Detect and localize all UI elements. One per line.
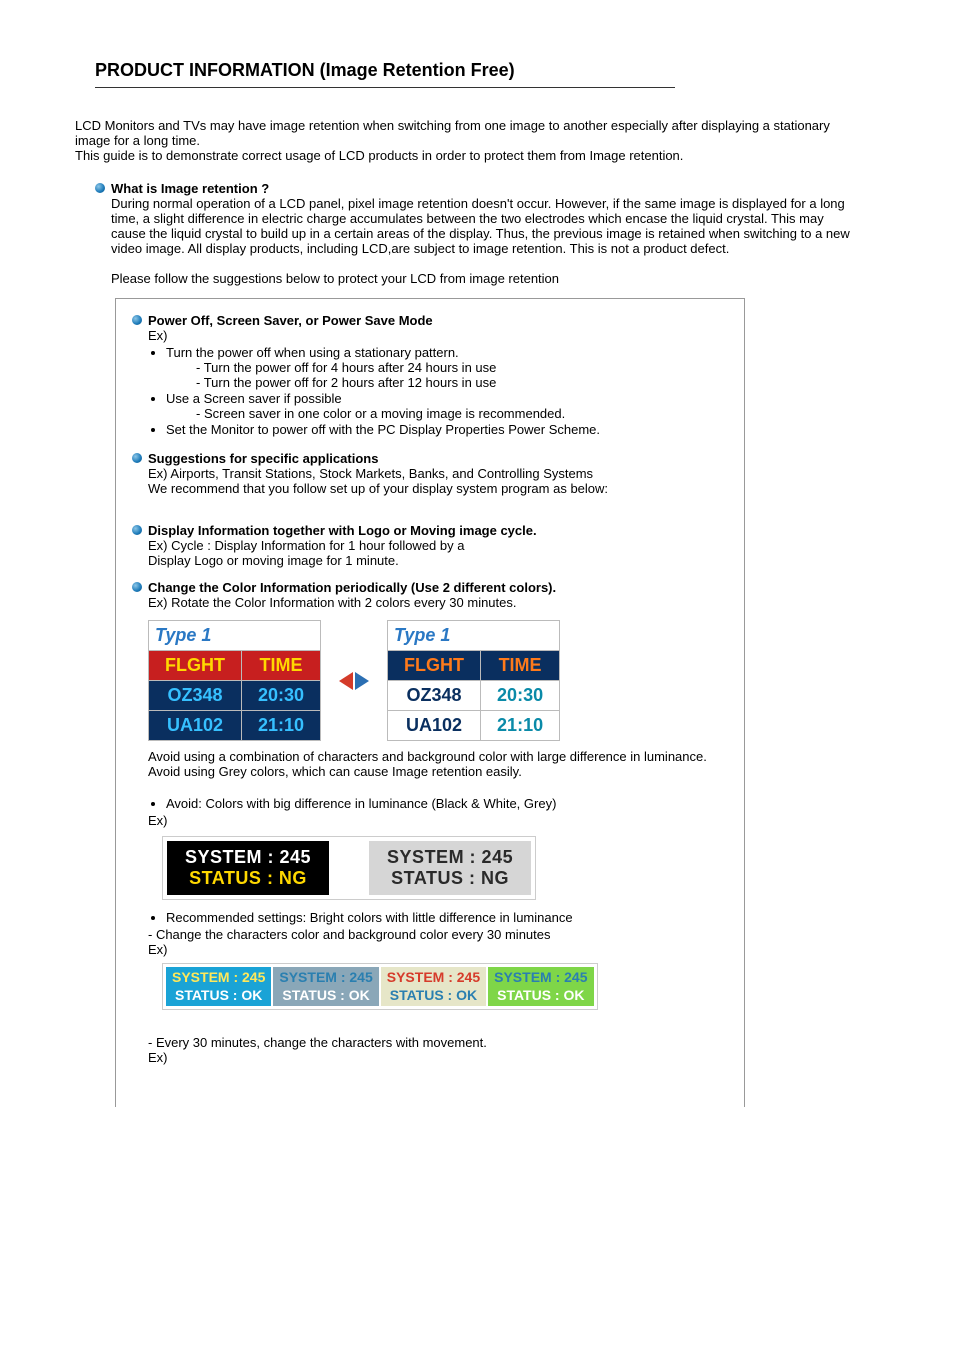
cell: 20:30 xyxy=(481,681,560,711)
text: Turn the power off when using a stationa… xyxy=(166,345,459,360)
flight-tables-row: Type 1 FLGHT TIME OZ348 20:30 UA102 21:1… xyxy=(148,620,728,741)
ok-box: SYSTEM : 245STATUS : OK xyxy=(273,967,378,1006)
section-display-info: Display Information together with Logo o… xyxy=(132,523,728,568)
cell: 21:10 xyxy=(481,711,560,741)
text: Avoid using Grey colors, which can cause… xyxy=(148,764,728,779)
ex-label: Ex) xyxy=(148,328,728,343)
ok-line1: SYSTEM : 245 xyxy=(279,969,372,987)
text: Ex) Cycle : Display Information for 1 ho… xyxy=(148,538,728,553)
ok-box: SYSTEM : 245STATUS : OK xyxy=(166,967,271,1006)
ok-box: SYSTEM : 245STATUS : OK xyxy=(381,967,486,1006)
cell: UA102 xyxy=(388,711,481,741)
flight-table-right: Type 1 FLGHT TIME OZ348 20:30 UA102 21:1… xyxy=(387,620,560,741)
bullet-icon xyxy=(95,183,105,193)
list-item: Set the Monitor to power off with the PC… xyxy=(166,422,728,437)
section-change-color: Change the Color Information periodicall… xyxy=(132,580,728,1065)
cell: 21:10 xyxy=(242,711,321,741)
what-is-follow: Please follow the suggestions below to p… xyxy=(111,271,859,286)
cell: UA102 xyxy=(149,711,242,741)
bullet-icon xyxy=(132,525,142,535)
col-header: TIME xyxy=(481,651,560,681)
list-item: Avoid: Colors with big difference in lum… xyxy=(166,796,728,811)
what-is-body: During normal operation of a LCD panel, … xyxy=(111,196,859,256)
ok-line2: STATUS : OK xyxy=(494,987,587,1005)
ok-line1: SYSTEM : 245 xyxy=(172,969,265,987)
text: - Every 30 minutes, change the character… xyxy=(148,1035,728,1050)
suggestion-box: Power Off, Screen Saver, or Power Save M… xyxy=(115,298,745,1107)
sub-line: - Turn the power off for 4 hours after 2… xyxy=(196,360,728,375)
ok-line2: STATUS : OK xyxy=(172,987,265,1005)
text: Use a Screen saver if possible xyxy=(166,391,342,406)
sys-line1: SYSTEM : 245 xyxy=(185,847,311,868)
ok-line1: SYSTEM : 245 xyxy=(494,969,587,987)
intro-p1: LCD Monitors and TVs may have image rete… xyxy=(75,118,830,148)
text: Ex) Rotate the Color Information with 2 … xyxy=(148,595,728,610)
sys-line2: STATUS : NG xyxy=(185,868,311,889)
change-color-heading: Change the Color Information periodicall… xyxy=(148,580,728,595)
bullet-icon xyxy=(132,453,142,463)
ok-line1: SYSTEM : 245 xyxy=(387,969,480,987)
display-info-heading: Display Information together with Logo o… xyxy=(148,523,728,538)
bullet-icon xyxy=(132,582,142,592)
text: Ex) Airports, Transit Stations, Stock Ma… xyxy=(148,466,728,481)
ok-line2: STATUS : OK xyxy=(279,987,372,1005)
text: Avoid using a combination of characters … xyxy=(148,749,728,764)
flight-table-left: Type 1 FLGHT TIME OZ348 20:30 UA102 21:1… xyxy=(148,620,321,741)
swap-arrows-icon xyxy=(339,672,369,690)
system-row-ok: SYSTEM : 245STATUS : OKSYSTEM : 245STATU… xyxy=(162,963,598,1010)
intro-block: LCD Monitors and TVs may have image rete… xyxy=(75,118,859,163)
ex-label: Ex) xyxy=(148,1050,728,1065)
ex-label: Ex) xyxy=(148,813,728,828)
cell: OZ348 xyxy=(388,681,481,711)
bullet-icon xyxy=(132,315,142,325)
col-header: FLGHT xyxy=(388,651,481,681)
table-caption: Type 1 xyxy=(148,620,321,650)
section-suggestions: Suggestions for specific applications Ex… xyxy=(132,451,728,496)
text: Display Logo or moving image for 1 minut… xyxy=(148,553,728,568)
title-rule xyxy=(95,87,675,88)
section-what-is: What is Image retention ? During normal … xyxy=(95,181,859,286)
sys-line1: SYSTEM : 245 xyxy=(387,847,513,868)
cell: OZ348 xyxy=(149,681,242,711)
table-caption: Type 1 xyxy=(387,620,560,650)
col-header: FLGHT xyxy=(149,651,242,681)
section-power-off: Power Off, Screen Saver, or Power Save M… xyxy=(132,313,728,439)
sub-line: - Screen saver in one color or a moving … xyxy=(196,406,728,421)
ok-box: SYSTEM : 245STATUS : OK xyxy=(488,967,593,1006)
col-header: TIME xyxy=(242,651,321,681)
intro-p2: This guide is to demonstrate correct usa… xyxy=(75,148,683,163)
what-is-heading: What is Image retention ? xyxy=(111,181,859,196)
sys-line2: STATUS : NG xyxy=(387,868,513,889)
cell: 20:30 xyxy=(242,681,321,711)
ex-label: Ex) xyxy=(148,942,728,957)
suggestions-heading: Suggestions for specific applications xyxy=(148,451,728,466)
ok-line2: STATUS : OK xyxy=(387,987,480,1005)
list-item: Turn the power off when using a stationa… xyxy=(166,345,728,390)
list-item: Recommended settings: Bright colors with… xyxy=(166,910,728,925)
list-item: Use a Screen saver if possible - Screen … xyxy=(166,391,728,421)
power-off-heading: Power Off, Screen Saver, or Power Save M… xyxy=(148,313,728,328)
text: We recommend that you follow set up of y… xyxy=(148,481,728,496)
page-title: PRODUCT INFORMATION (Image Retention Fre… xyxy=(95,60,859,81)
system-row-avoid: SYSTEM : 245 STATUS : NG SYSTEM : 245 ST… xyxy=(162,836,536,900)
text: - Change the characters color and backgr… xyxy=(148,927,728,942)
system-box-left: SYSTEM : 245 STATUS : NG xyxy=(167,841,329,895)
system-box-right: SYSTEM : 245 STATUS : NG xyxy=(369,841,531,895)
sub-line: - Turn the power off for 2 hours after 1… xyxy=(196,375,728,390)
